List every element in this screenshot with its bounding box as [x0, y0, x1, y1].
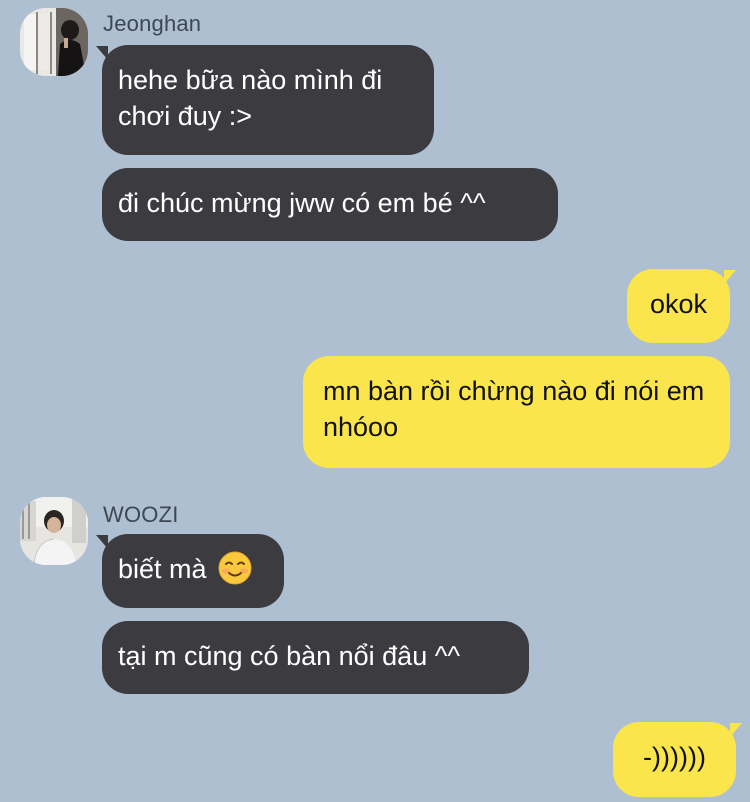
- smiling-face-icon: [218, 551, 252, 585]
- avatar-jeonghan[interactable]: [20, 8, 88, 76]
- chat-window: Jeonghan hehe bữa nào mình đi chơi đuy :…: [0, 0, 750, 802]
- profile-photo-person-icon: [20, 497, 88, 565]
- message-bubble-incoming[interactable]: tại m cũng có bàn nổi đâu ^^: [102, 621, 529, 694]
- message-text: hehe bữa nào mình đi chơi đuy :>: [118, 65, 383, 131]
- message-text: đi chúc mừng jww có em bé ^^: [118, 188, 486, 218]
- message-bubble-outgoing[interactable]: -)))))): [613, 722, 736, 797]
- message-bubble-outgoing[interactable]: okok: [627, 269, 730, 343]
- message-text: mn bàn rồi chừng nào đi nói em nhóoo: [323, 376, 705, 442]
- message-bubble-incoming[interactable]: biết mà: [102, 534, 284, 608]
- avatar-woozi[interactable]: [20, 497, 88, 565]
- message-text: tại m cũng có bàn nổi đâu ^^: [118, 641, 461, 671]
- message-bubble-outgoing[interactable]: mn bàn rồi chừng nào đi nói em nhóoo: [303, 356, 730, 468]
- message-bubble-incoming[interactable]: hehe bữa nào mình đi chơi đuy :>: [102, 45, 434, 155]
- message-bubble-incoming[interactable]: đi chúc mừng jww có em bé ^^: [102, 168, 558, 241]
- sender-name-jeonghan: Jeonghan: [103, 11, 202, 36]
- profile-photo-window-icon: [20, 8, 88, 76]
- message-text: biết mà: [118, 554, 207, 584]
- message-text: -)))))): [643, 742, 706, 772]
- sender-name-woozi: WOOZI: [103, 502, 179, 527]
- message-text: okok: [649, 289, 708, 319]
